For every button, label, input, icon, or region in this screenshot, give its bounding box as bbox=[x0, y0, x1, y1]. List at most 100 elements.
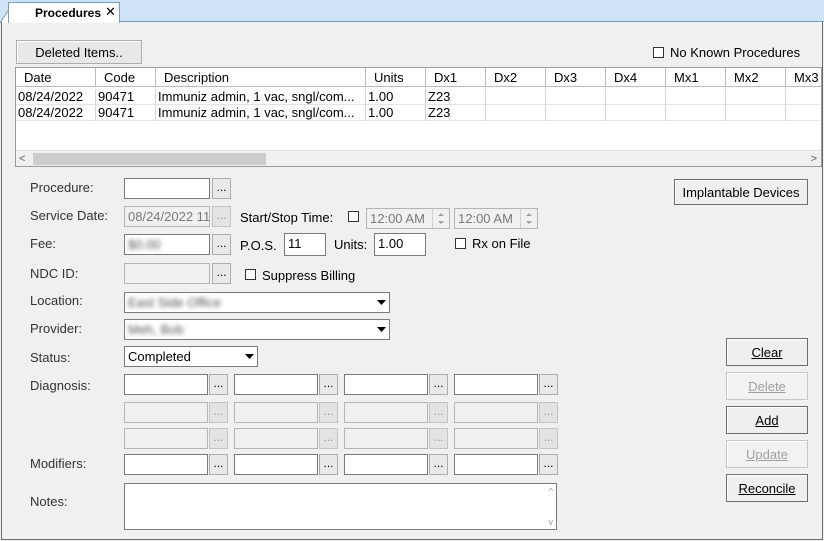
scroll-up-icon[interactable]: ^ bbox=[549, 486, 553, 496]
modifier-3-lookup-button[interactable]: ... bbox=[429, 454, 448, 475]
cell-mx3 bbox=[786, 105, 821, 121]
modifier-1-lookup-button[interactable]: ... bbox=[209, 454, 228, 475]
grid-header-dx2[interactable]: Dx2 bbox=[486, 68, 546, 87]
procedure-lookup-button[interactable]: ... bbox=[212, 178, 231, 199]
modifier-2-input[interactable] bbox=[234, 454, 318, 475]
scrollbar-thumb[interactable] bbox=[33, 153, 266, 165]
grid-header-date[interactable]: Date bbox=[16, 68, 96, 87]
table-row[interactable]: 08/24/2022 90471 Immuniz admin, 1 vac, s… bbox=[16, 89, 821, 105]
modifiers-label: Modifiers: bbox=[30, 456, 87, 471]
cell-mx3 bbox=[786, 89, 821, 105]
implantable-devices-button[interactable]: Implantable Devices bbox=[674, 179, 808, 205]
cell-dx2 bbox=[486, 89, 546, 105]
diagnosis-9-input[interactable] bbox=[124, 428, 208, 449]
diagnosis-12-input[interactable] bbox=[454, 428, 538, 449]
grid-horizontal-scrollbar[interactable]: < > bbox=[16, 150, 821, 166]
diagnosis-5-lookup-button[interactable]: ... bbox=[209, 402, 228, 423]
start-time-spinner[interactable] bbox=[432, 209, 449, 228]
grid-header-code[interactable]: Code bbox=[96, 68, 156, 87]
deleted-items-button[interactable]: Deleted Items.. bbox=[16, 40, 142, 64]
grid-header-mx2[interactable]: Mx2 bbox=[726, 68, 786, 87]
pos-input[interactable]: 11 bbox=[284, 233, 326, 256]
service-date-picker-button[interactable]: ... bbox=[212, 206, 231, 227]
diagnosis-4-input[interactable] bbox=[454, 374, 538, 395]
clear-button[interactable]: Clear bbox=[726, 338, 808, 366]
diagnosis-1-input[interactable] bbox=[124, 374, 208, 395]
no-known-procedures-label: No Known Procedures bbox=[670, 45, 801, 60]
start-stop-time-checkbox[interactable] bbox=[348, 211, 359, 222]
rx-on-file-checkbox[interactable] bbox=[455, 238, 466, 249]
scroll-right-icon[interactable]: > bbox=[811, 151, 817, 167]
diagnosis-6-lookup-button[interactable]: ... bbox=[319, 402, 338, 423]
diagnosis-12-lookup-button[interactable]: ... bbox=[539, 428, 558, 449]
notes-textarea[interactable]: ^ v bbox=[124, 483, 557, 530]
location-value: East Side Office bbox=[128, 295, 221, 310]
procedure-input[interactable] bbox=[124, 178, 210, 199]
table-row[interactable]: 08/24/2022 90471 Immuniz admin, 1 vac, s… bbox=[16, 105, 821, 121]
cell-code: 90471 bbox=[96, 105, 156, 121]
status-select[interactable]: Completed bbox=[124, 346, 258, 367]
fee-input[interactable]: $0.00 bbox=[124, 234, 210, 255]
diagnosis-11-lookup-button[interactable]: ... bbox=[429, 428, 448, 449]
reconcile-button[interactable]: Reconcile bbox=[726, 474, 808, 502]
diagnosis-11-input[interactable] bbox=[344, 428, 428, 449]
provider-select[interactable]: Meh, Bob bbox=[124, 319, 390, 340]
close-icon[interactable]: ✕ bbox=[105, 4, 116, 20]
cell-dx1: Z23 bbox=[426, 105, 486, 121]
units-input[interactable]: 1.00 bbox=[374, 233, 426, 256]
diagnosis-8-input[interactable] bbox=[454, 402, 538, 423]
stop-time-input[interactable]: 12:00 AM bbox=[454, 208, 538, 229]
fee-lookup-button[interactable]: ... bbox=[212, 234, 231, 255]
ndc-id-input[interactable] bbox=[124, 263, 210, 284]
diagnosis-3-lookup-button[interactable]: ... bbox=[429, 374, 448, 395]
grid-header-dx1[interactable]: Dx1 bbox=[426, 68, 486, 87]
modifier-2-lookup-button[interactable]: ... bbox=[319, 454, 338, 475]
cell-dx4 bbox=[606, 105, 666, 121]
grid-header-dx3[interactable]: Dx3 bbox=[546, 68, 606, 87]
diagnosis-10-input[interactable] bbox=[234, 428, 318, 449]
update-button[interactable]: Update bbox=[726, 440, 808, 468]
suppress-billing-checkbox[interactable] bbox=[245, 269, 256, 280]
fee-value: $0.00 bbox=[128, 237, 161, 252]
diagnosis-4-lookup-button[interactable]: ... bbox=[539, 374, 558, 395]
grid-header-mx3[interactable]: Mx3 bbox=[786, 68, 821, 87]
no-known-procedures-checkbox[interactable] bbox=[653, 47, 664, 58]
grid-header-description[interactable]: Description bbox=[156, 68, 366, 87]
start-time-input[interactable]: 12:00 AM bbox=[366, 208, 450, 229]
modifier-4-lookup-button[interactable]: ... bbox=[539, 454, 558, 475]
delete-button[interactable]: Delete bbox=[726, 372, 808, 400]
diagnosis-2-input[interactable] bbox=[234, 374, 318, 395]
service-date-input[interactable]: 08/24/2022 11 bbox=[124, 206, 210, 227]
location-select[interactable]: East Side Office bbox=[124, 292, 390, 313]
grid-header-dx4[interactable]: Dx4 bbox=[606, 68, 666, 87]
diagnosis-10-lookup-button[interactable]: ... bbox=[319, 428, 338, 449]
stop-time-spinner[interactable] bbox=[520, 209, 537, 228]
ndc-lookup-button[interactable]: ... bbox=[212, 263, 231, 284]
diagnosis-7-lookup-button[interactable]: ... bbox=[429, 402, 448, 423]
modifier-1-input[interactable] bbox=[124, 454, 208, 475]
start-stop-time-label: Start/Stop Time: bbox=[240, 210, 334, 225]
grid-header-units[interactable]: Units bbox=[366, 68, 426, 87]
grid-header-mx1[interactable]: Mx1 bbox=[666, 68, 726, 87]
diagnosis-7-input[interactable] bbox=[344, 402, 428, 423]
stop-time-value: 12:00 AM bbox=[458, 211, 513, 226]
tab-procedures[interactable]: Procedures ✕ bbox=[8, 2, 120, 23]
modifier-3-input[interactable] bbox=[344, 454, 428, 475]
provider-label: Provider: bbox=[30, 321, 83, 336]
cell-mx1 bbox=[666, 105, 726, 121]
scroll-left-icon[interactable]: < bbox=[19, 151, 25, 167]
scroll-down-icon[interactable]: v bbox=[549, 517, 554, 527]
diagnosis-1-lookup-button[interactable]: ... bbox=[209, 374, 228, 395]
diagnosis-3-input[interactable] bbox=[344, 374, 428, 395]
diagnosis-9-lookup-button[interactable]: ... bbox=[209, 428, 228, 449]
clear-button-label: Clear bbox=[751, 344, 783, 360]
modifier-4-input[interactable] bbox=[454, 454, 538, 475]
diagnosis-2-lookup-button[interactable]: ... bbox=[319, 374, 338, 395]
add-button[interactable]: Add bbox=[726, 406, 808, 434]
provider-value: Meh, Bob bbox=[128, 322, 184, 337]
diagnosis-6-input[interactable] bbox=[234, 402, 318, 423]
cell-units: 1.00 bbox=[366, 105, 426, 121]
diagnosis-5-input[interactable] bbox=[124, 402, 208, 423]
fee-label: Fee: bbox=[30, 236, 57, 251]
diagnosis-8-lookup-button[interactable]: ... bbox=[539, 402, 558, 423]
